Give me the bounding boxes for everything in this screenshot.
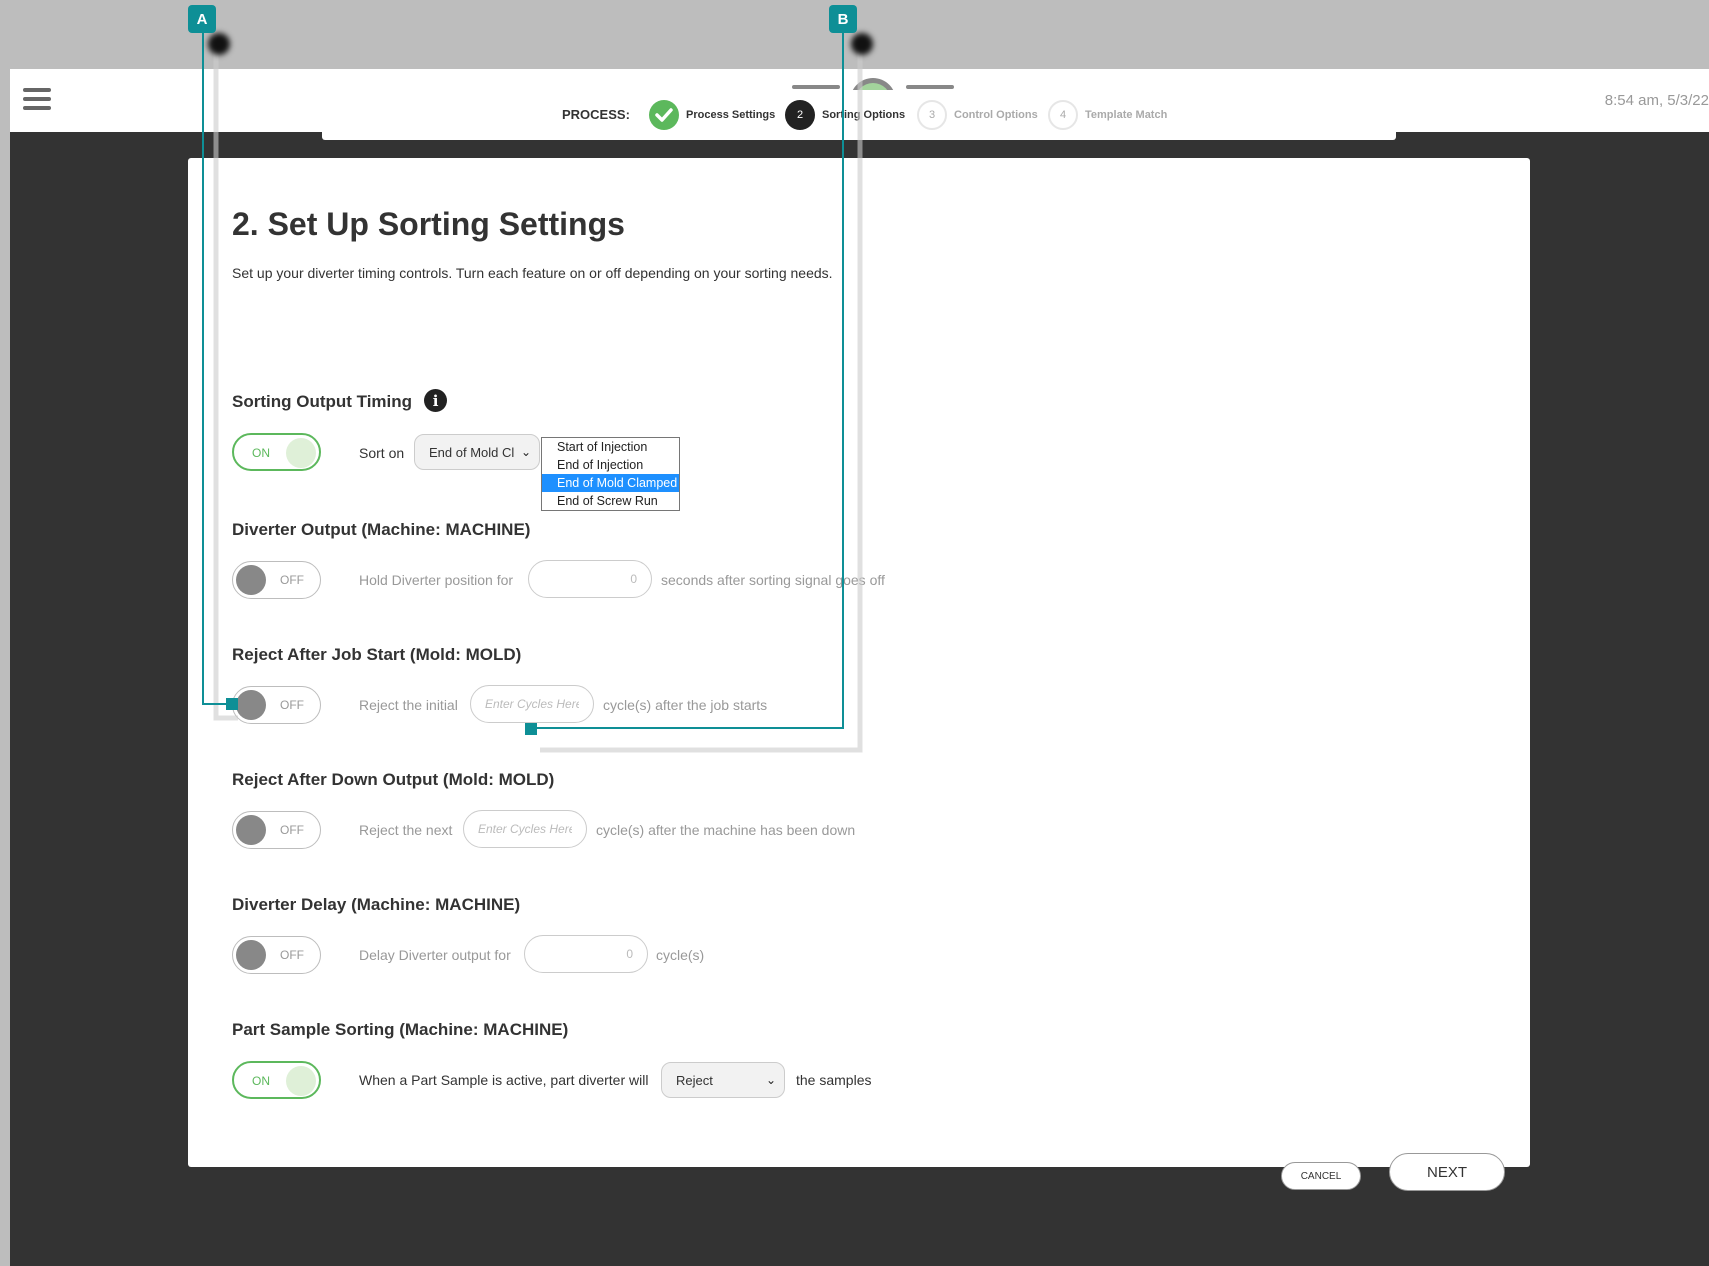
hold-diverter-suffix: seconds after sorting signal goes off [661,572,885,588]
toggle-state: OFF [280,698,304,712]
next-button[interactable]: NEXT [1389,1153,1505,1191]
section-title-reject-after-job-start: Reject After Job Start (Mold: MOLD) [232,645,522,664]
toggle-state: OFF [280,948,304,962]
reject-initial-label: Reject the initial [359,697,458,713]
toggle-state: OFF [280,573,304,587]
chevron-down-icon: ⌄ [520,445,531,459]
callout-shadow [851,33,873,55]
delay-diverter-cycles-input[interactable] [524,935,648,973]
step-label: Template Match [1085,109,1168,121]
step-label: Sorting Options [822,109,906,121]
callout-anchor-b [525,723,537,735]
hold-diverter-label: Hold Diverter position for [359,572,514,588]
reject-after-down-output-toggle[interactable]: OFF [232,811,321,849]
section-title-reject-after-down-output: Reject After Down Output (Mold: MOLD) [232,770,555,789]
process-stepper: PROCESS: Process Settings 2 Sorting Opti… [322,90,1396,140]
part-sample-sorting-toggle[interactable]: ON [232,1061,321,1099]
select-value: End of Mold Cl [429,444,515,460]
section-title-sorting-output-timing: Sorting Output Timing i [232,389,448,414]
info-icon[interactable]: i [424,389,448,412]
toggle-knob [236,940,266,970]
section-title-text: Sorting Output Timing [232,391,413,411]
reject-initial-suffix: cycle(s) after the job starts [603,697,768,713]
toggle-knob [236,565,266,595]
callout-anchor-a [226,698,238,710]
toggle-knob [236,690,266,720]
diverter-delay-toggle[interactable]: OFF [232,936,321,974]
reject-next-cycles-input[interactable] [463,810,587,848]
clock-timestamp: 8:54 am, 5/3/22 [1604,92,1709,109]
step-sorting-options[interactable]: 2 Sorting Options [785,100,905,130]
chevron-down-icon: ⌄ [765,1073,776,1087]
reject-after-job-start-toggle[interactable]: OFF [232,686,321,724]
step-label: Process Settings [686,109,776,121]
stepper-label: PROCESS: [562,107,630,122]
callout-badge-b: B [829,5,857,33]
part-sample-action-select[interactable]: Reject ⌄ [661,1062,785,1098]
sort-on-dropdown-list: Start of Injection End of Injection End … [541,437,680,511]
step-template-match[interactable]: 4 Template Match [1048,100,1167,130]
section-title-diverter-output: Diverter Output (Machine: MACHINE) [232,520,531,539]
part-sample-suffix: the samples [796,1072,872,1088]
select-value: Reject [676,1072,713,1088]
sort-on-select[interactable]: End of Mold Cl ⌄ [414,434,540,470]
toggle-knob [286,1066,316,1096]
callout-badge-a: A [188,5,216,33]
hold-diverter-seconds-input[interactable] [528,560,652,598]
section-title-diverter-delay: Diverter Delay (Machine: MACHINE) [232,895,521,914]
delay-diverter-suffix: cycle(s) [656,947,705,963]
toggle-knob [236,815,266,845]
page-description: Set up your diverter timing controls. Tu… [232,265,833,281]
dropdown-option[interactable]: End of Screw Run [542,492,679,510]
page-title: 2. Set Up Sorting Settings [232,206,625,242]
step-process-settings[interactable]: Process Settings [649,100,775,130]
cancel-button[interactable]: CANCEL [1281,1162,1361,1190]
step-number: 2 [785,100,815,130]
toggle-state: OFF [280,823,304,837]
callout-shadow [208,33,230,55]
reject-next-suffix: cycle(s) after the machine has been down [596,822,856,838]
part-sample-label: When a Part Sample is active, part diver… [359,1072,649,1088]
reject-next-label: Reject the next [359,822,453,838]
toggle-state: ON [252,446,270,460]
hamburger-menu-icon[interactable] [23,88,51,112]
sort-on-label: Sort on [359,445,405,461]
check-icon [649,100,679,130]
step-number: 4 [1048,100,1078,130]
step-label: Control Options [954,109,1038,121]
step-control-options[interactable]: 3 Control Options [917,100,1038,130]
toggle-state: ON [252,1074,270,1088]
sorting-output-timing-toggle[interactable]: ON [232,433,321,471]
diverter-output-toggle[interactable]: OFF [232,561,321,599]
dropdown-option[interactable]: Start of Injection [542,438,679,456]
step-number: 3 [917,100,947,130]
delay-diverter-label: Delay Diverter output for [359,947,511,963]
reject-initial-cycles-input[interactable] [470,685,594,723]
dropdown-option-selected[interactable]: End of Mold Clamped [542,474,679,492]
sorting-settings-card: 2. Set Up Sorting Settings Set up your d… [188,158,1530,1191]
toggle-knob [286,438,316,468]
dropdown-option[interactable]: End of Injection [542,456,679,474]
section-title-part-sample-sorting: Part Sample Sorting (Machine: MACHINE) [232,1020,569,1039]
